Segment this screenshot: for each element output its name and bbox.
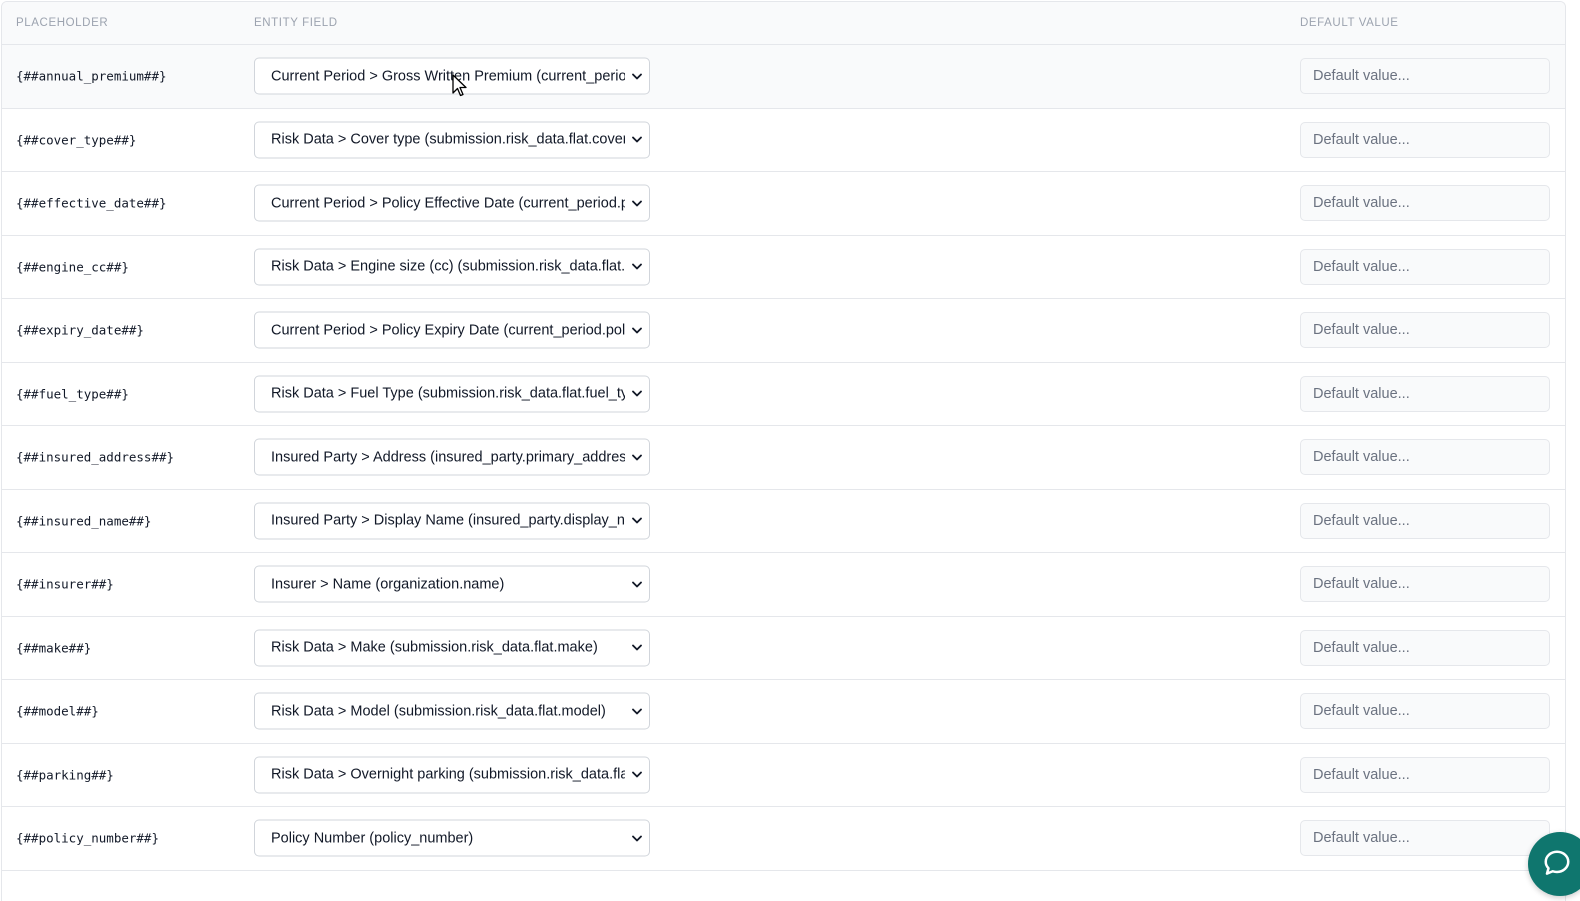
entity-field-selected-value: Current Period > Gross Written Premium (… — [271, 68, 625, 85]
entity-field-selected-value: Insured Party > Address (insured_party.p… — [271, 449, 625, 466]
column-header-entity-field: ENTITY FIELD — [254, 17, 338, 29]
chevron-down-icon — [632, 771, 642, 778]
entity-field-selected-value: Current Period > Policy Expiry Date (cur… — [271, 322, 625, 339]
placeholder-token: {##insured_address##} — [16, 449, 175, 465]
entity-field-selected-value: Insurer > Name (organization.name) — [271, 576, 505, 593]
chevron-down-icon — [632, 708, 642, 715]
table-row: {##fuel_type##} Risk Data > Fuel Type (su… — [2, 362, 1565, 426]
default-value-input[interactable] — [1300, 502, 1550, 539]
chevron-down-icon — [632, 136, 642, 143]
default-value-input[interactable] — [1300, 439, 1550, 476]
entity-field-select[interactable]: Policy Number (policy_number) — [254, 819, 650, 857]
entity-field-selected-value: Risk Data > Fuel Type (submission.risk_d… — [271, 385, 625, 402]
placeholder-token: {##make##} — [16, 640, 92, 656]
chevron-down-icon — [632, 581, 642, 588]
table-header: PLACEHOLDER ENTITY FIELD DEFAULT VALUE — [2, 2, 1565, 45]
entity-field-selected-value: Risk Data > Model (submission.risk_data.… — [271, 703, 606, 720]
entity-field-select[interactable]: Insured Party > Display Name (insured_pa… — [254, 502, 650, 540]
table-row: {##cover_type##} Risk Data > Cover type (… — [2, 108, 1565, 172]
default-value-input[interactable] — [1300, 121, 1550, 158]
entity-field-select[interactable]: Current Period > Gross Written Premium (… — [254, 57, 650, 95]
column-header-default-value: DEFAULT VALUE — [1300, 17, 1399, 29]
default-value-input[interactable] — [1300, 629, 1550, 666]
placeholder-token: {##policy_number##} — [16, 830, 159, 846]
placeholder-token: {##parking##} — [16, 767, 114, 783]
table-row: {##insurer##} Insurer > Name (organizatio… — [2, 553, 1565, 617]
table-row: {##make##} Risk Data > Make (submission.r… — [2, 616, 1565, 680]
placeholder-token: {##expiry_date##} — [16, 322, 144, 338]
entity-field-selected-value: Risk Data > Cover type (submission.risk_… — [271, 131, 625, 148]
placeholder-token: {##annual_premium##} — [16, 68, 167, 84]
chevron-down-icon — [632, 327, 642, 334]
placeholder-token: {##engine_cc##} — [16, 259, 129, 275]
default-value-input[interactable] — [1300, 375, 1550, 412]
chevron-down-icon — [632, 454, 642, 461]
entity-field-select[interactable]: Risk Data > Fuel Type (submission.risk_d… — [254, 375, 650, 413]
table-row: {##expiry_date##} Current Period > Policy… — [2, 299, 1565, 363]
placeholder-token: {##model##} — [16, 703, 99, 719]
placeholder-token: {##cover_type##} — [16, 132, 137, 148]
chevron-down-icon — [632, 517, 642, 524]
entity-field-select[interactable]: Current Period > Policy Effective Date (… — [254, 184, 650, 222]
default-value-input[interactable] — [1300, 820, 1550, 857]
placeholder-token: {##fuel_type##} — [16, 386, 129, 402]
placeholder-mapping-table: PLACEHOLDER ENTITY FIELD DEFAULT VALUE {… — [1, 1, 1566, 901]
entity-field-select[interactable]: Risk Data > Cover type (submission.risk_… — [254, 121, 650, 159]
default-value-input[interactable] — [1300, 756, 1550, 793]
placeholder-token: {##effective_date##} — [16, 195, 167, 211]
entity-field-select[interactable]: Risk Data > Make (submission.risk_data.f… — [254, 629, 650, 667]
table-row: {##engine_cc##} Risk Data > Engine size (… — [2, 235, 1565, 299]
chevron-down-icon — [632, 835, 642, 842]
entity-field-select[interactable]: Risk Data > Overnight parking (submissio… — [254, 756, 650, 794]
default-value-input[interactable] — [1300, 58, 1550, 95]
chevron-down-icon — [632, 263, 642, 270]
placeholder-token: {##insurer##} — [16, 576, 114, 592]
entity-field-selected-value: Insured Party > Display Name (insured_pa… — [271, 512, 625, 529]
default-value-input[interactable] — [1300, 693, 1550, 730]
entity-field-selected-value: Risk Data > Overnight parking (submissio… — [271, 766, 625, 783]
table-row: {##policy_number##} Policy Number (policy… — [2, 807, 1565, 871]
chevron-down-icon — [632, 200, 642, 207]
chevron-down-icon — [632, 644, 642, 651]
entity-field-select[interactable]: Risk Data > Engine size (cc) (submission… — [254, 248, 650, 286]
chat-bubble-icon — [1544, 850, 1570, 875]
table-row: {##effective_date##} Current Period > Pol… — [2, 172, 1565, 236]
column-header-placeholder: PLACEHOLDER — [16, 17, 109, 29]
table-row: {##model##} Risk Data > Model (submission… — [2, 680, 1565, 744]
chevron-down-icon — [632, 73, 642, 80]
table-row: {##insured_name##} Insured Party > Displa… — [2, 489, 1565, 553]
default-value-input[interactable] — [1300, 185, 1550, 222]
entity-field-selected-value: Policy Number (policy_number) — [271, 830, 474, 847]
table-row: {##annual_premium##} Current Period > Gro… — [2, 45, 1565, 109]
table-row: {##parking##} Risk Data > Overnight parki… — [2, 743, 1565, 807]
entity-field-selected-value: Risk Data > Engine size (cc) (submission… — [271, 258, 625, 275]
chevron-down-icon — [632, 390, 642, 397]
table-body: {##annual_premium##} Current Period > Gro… — [2, 45, 1565, 871]
entity-field-selected-value: Risk Data > Make (submission.risk_data.f… — [271, 639, 598, 656]
default-value-input[interactable] — [1300, 248, 1550, 285]
entity-field-select[interactable]: Risk Data > Model (submission.risk_data.… — [254, 692, 650, 730]
entity-field-select[interactable]: Insured Party > Address (insured_party.p… — [254, 438, 650, 476]
default-value-input[interactable] — [1300, 566, 1550, 603]
placeholder-token: {##insured_name##} — [16, 513, 152, 529]
entity-field-select[interactable]: Current Period > Policy Expiry Date (cur… — [254, 311, 650, 349]
entity-field-select[interactable]: Insurer > Name (organization.name) — [254, 565, 650, 603]
default-value-input[interactable] — [1300, 312, 1550, 349]
table-row: {##insured_address##} Insured Party > Add… — [2, 426, 1565, 490]
entity-field-selected-value: Current Period > Policy Effective Date (… — [271, 195, 625, 212]
